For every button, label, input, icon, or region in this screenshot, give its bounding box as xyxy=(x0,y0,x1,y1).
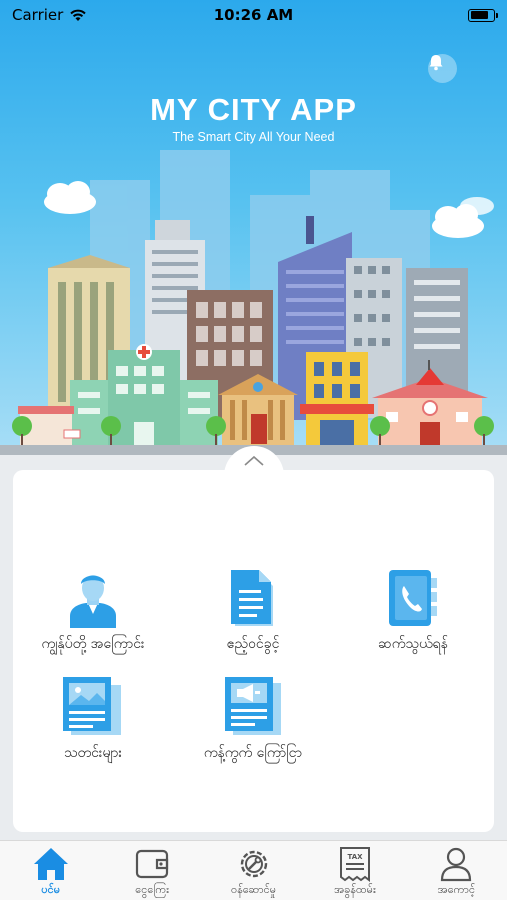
tax-receipt-icon: TAX xyxy=(339,847,370,882)
menu-label: ဧည့်ဝင်ခွင့် xyxy=(226,636,280,652)
tab-label: အခွန်ထမ်း xyxy=(334,883,376,896)
menu-item-visitor-entry[interactable]: ဧည့်ဝင်ခွင့် xyxy=(173,566,333,655)
menu-label: ကျွန်ုပ်တို့ အကြောင်း xyxy=(41,636,145,652)
wallet-icon xyxy=(136,849,169,879)
account-icon xyxy=(441,847,472,882)
notification-bell-button[interactable] xyxy=(428,54,457,83)
menu-item-objection-notice[interactable]: ကန့်ကွက် ကြော်ငြာ xyxy=(173,675,333,764)
menu-item-news[interactable]: သတင်းများ xyxy=(13,675,173,764)
tab-home[interactable]: ပင်မ xyxy=(0,841,101,900)
menu-item-about-us[interactable]: ကျွန်ုပ်တို့ အကြောင်း xyxy=(13,566,173,655)
document-icon xyxy=(231,570,273,626)
tab-label: ပင်မ xyxy=(41,883,61,896)
app-title: MY CITY APP xyxy=(150,92,357,127)
tab-services[interactable]: ဝန်ဆောင်မှု xyxy=(203,841,304,900)
tab-label: အကောင့် xyxy=(437,883,476,896)
tab-account[interactable]: အကောင့် xyxy=(406,841,507,900)
svg-text:TAX: TAX xyxy=(347,853,363,861)
service-gear-icon xyxy=(240,850,267,878)
menu-label: သတင်းများ xyxy=(63,745,122,761)
carrier-label: Carrier xyxy=(12,6,64,24)
menu-label: ကန့်ကွက် ကြော်ငြာ xyxy=(203,745,303,761)
battery-level xyxy=(470,11,489,19)
wifi-icon xyxy=(70,9,87,21)
megaphone-icon xyxy=(225,677,281,735)
tab-finance[interactable]: ငွေကြေး xyxy=(101,841,202,900)
menu-label: ဆက်သွယ်ရန် xyxy=(378,636,448,652)
news-icon xyxy=(63,677,121,735)
contact-book-icon xyxy=(389,570,437,626)
bell-icon xyxy=(429,55,443,71)
home-icon xyxy=(33,848,68,880)
tab-label: ဝန်ဆောင်မှု xyxy=(231,883,276,896)
tab-taxpayer[interactable]: TAX အခွန်ထမ်း xyxy=(304,841,405,900)
hero-banner: MY CITY APP The Smart City All Your Need xyxy=(0,0,507,455)
person-icon xyxy=(70,575,116,628)
bottom-tab-bar: ပင်မ ငွေကြေး ဝန်ဆောင်မှု TAX အခွန်ထမ်း အ… xyxy=(0,840,507,900)
app-subtitle: The Smart City All Your Need xyxy=(172,130,335,144)
chevron-up-icon xyxy=(244,455,264,466)
battery-icon xyxy=(468,8,498,22)
tab-label: ငွေကြေး xyxy=(135,883,169,896)
status-bar: Carrier 10:26 AM xyxy=(0,0,507,30)
menu-item-contact[interactable]: ဆက်သွယ်ရန် xyxy=(333,566,493,655)
